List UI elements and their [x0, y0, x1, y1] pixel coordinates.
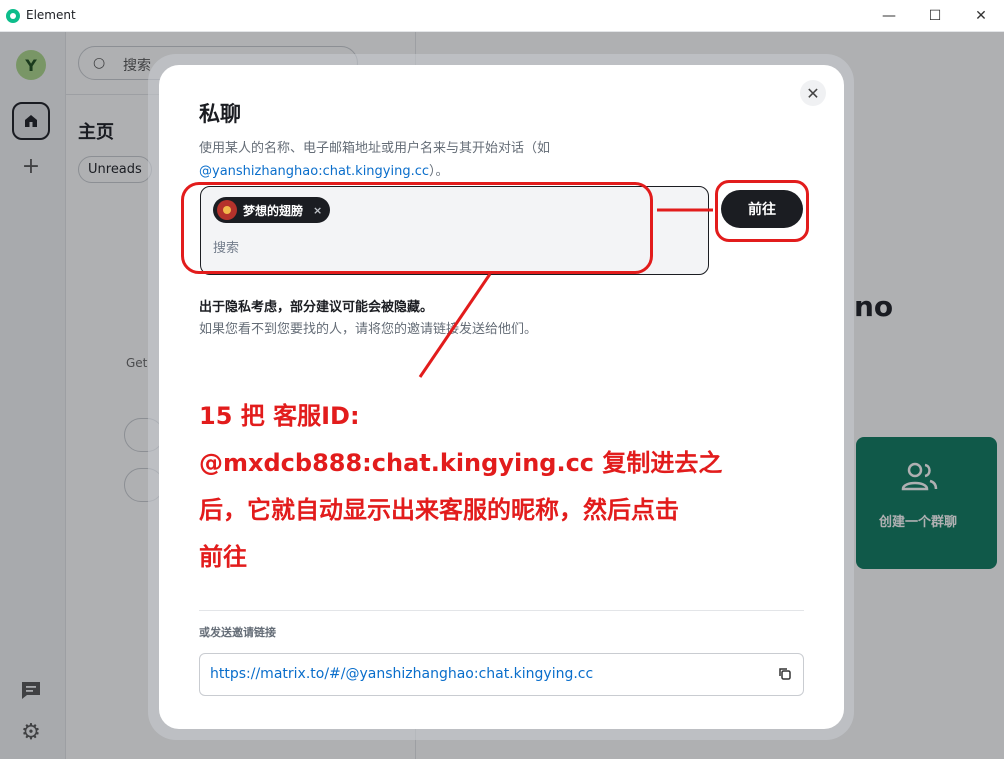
example-user-id-link[interactable]: @yanshizhanghao:chat.kingying.cc: [199, 164, 429, 179]
title-bar: Element — ☐ ✕: [0, 0, 1004, 32]
maximize-button[interactable]: ☐: [912, 0, 958, 32]
annotation-line: 前往: [199, 543, 247, 571]
annotation-line: 15 把 客服ID:: [199, 402, 360, 430]
copy-icon[interactable]: [778, 667, 792, 681]
annotation-box-go-button: [715, 180, 809, 242]
start-dm-dialog: ✕ 私聊 使用某人的名称、电子邮箱地址或用户名来与其开始对话（如 @yanshi…: [159, 65, 844, 729]
annotation-line: @mxdcb888:chat.kingying.cc 复制进去之: [199, 449, 723, 477]
dialog-title: 私聊: [199, 102, 241, 126]
close-dialog-button[interactable]: ✕: [800, 80, 826, 106]
dialog-description-text: 使用某人的名称、电子邮箱地址或用户名来与其开始对话（如: [199, 141, 551, 156]
red-annotation-text: 15 把 客服ID: @mxdcb888:chat.kingying.cc 复制…: [199, 393, 779, 581]
annotation-line: 后，它就自动显示出来客服的昵称，然后点击: [199, 496, 679, 524]
privacy-notice-text: 如果您看不到您要找的人，请将您的邀请链接发送给他们。: [199, 322, 538, 337]
invite-link-field[interactable]: https://matrix.to/#/@yanshizhanghao:chat…: [199, 653, 804, 696]
annotation-box-user-picker: [181, 182, 653, 274]
invite-link-text[interactable]: https://matrix.to/#/@yanshizhanghao:chat…: [210, 666, 593, 682]
minimize-button[interactable]: —: [866, 0, 912, 32]
dialog-description-end: ）。: [429, 164, 449, 179]
privacy-notice-title: 出于隐私考虑，部分建议可能会被隐藏。: [199, 300, 434, 315]
dialog-description: 使用某人的名称、电子邮箱地址或用户名来与其开始对话（如 @yanshizhang…: [199, 137, 629, 183]
window-title: Element: [26, 8, 76, 22]
close-window-button[interactable]: ✕: [958, 0, 1004, 32]
element-logo-icon: [6, 9, 20, 23]
dialog-divider: [199, 610, 804, 611]
invite-link-label: 或发送邀请链接: [199, 626, 276, 639]
